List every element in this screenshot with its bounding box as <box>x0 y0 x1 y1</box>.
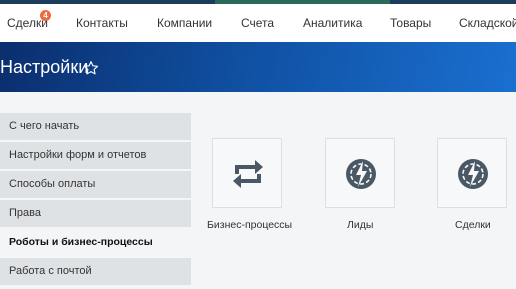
nav-item-invoices[interactable]: Счета <box>241 16 274 30</box>
tile-deals[interactable] <box>437 138 507 208</box>
robot-gear-lightning-icon <box>458 159 488 189</box>
tile-label-leads[interactable]: Лиды <box>347 219 373 231</box>
nav-item-warehouse[interactable]: Складской у <box>459 16 516 30</box>
tile-label-business-processes[interactable]: Бизнес-процессы <box>207 219 292 231</box>
nav-item-companies[interactable]: Компании <box>157 16 212 30</box>
deals-count-badge: 4 <box>40 10 51 21</box>
robot-gear-lightning-icon <box>346 159 376 189</box>
page-title: Настройки <box>0 57 89 77</box>
nav-item-contacts[interactable]: Контакты <box>76 16 128 30</box>
sidebar-item-permissions[interactable]: Права <box>0 200 191 227</box>
sidebar-item-robots-bp[interactable]: Роботы и бизнес-процессы <box>0 229 191 256</box>
page-header: Настройки <box>0 42 516 92</box>
sidebar-item-payment-methods[interactable]: Способы оплаты <box>0 171 191 198</box>
sidebar-item-mail[interactable]: Работа с почтой <box>0 258 191 285</box>
sidebar-item-forms-reports[interactable]: Настройки форм и отчетов <box>0 142 191 169</box>
settings-sidebar: С чего начать Настройки форм и отчетов С… <box>0 113 191 287</box>
nav-item-products[interactable]: Товары <box>390 16 431 30</box>
top-navigation: Сделки 4 Контакты Компании Счета Аналити… <box>0 4 516 42</box>
refresh-arrows-icon <box>233 160 263 188</box>
tile-leads[interactable] <box>325 138 395 208</box>
tile-business-processes[interactable] <box>212 138 282 208</box>
sidebar-item-getting-started[interactable]: С чего начать <box>0 113 191 140</box>
star-outline-icon[interactable] <box>83 60 99 76</box>
nav-item-analytics[interactable]: Аналитика <box>303 16 362 30</box>
tile-label-deals[interactable]: Сделки <box>455 219 491 231</box>
